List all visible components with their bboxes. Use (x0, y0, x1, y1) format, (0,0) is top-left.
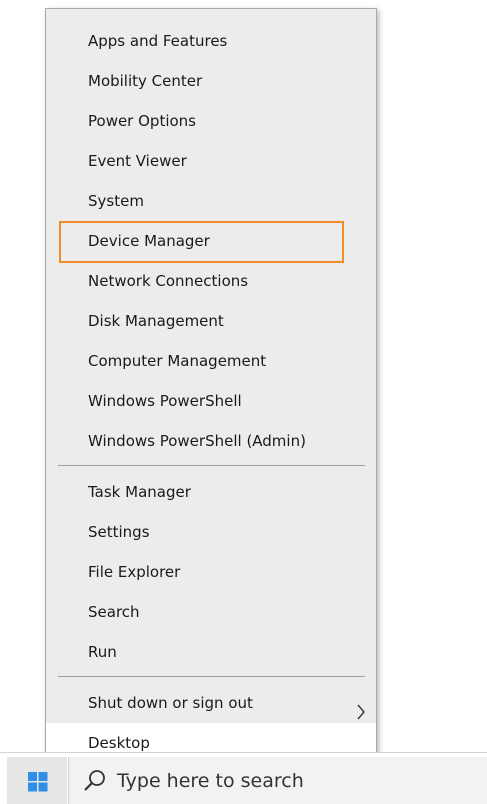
menu-item-label: File Explorer (88, 563, 181, 581)
search-placeholder: Type here to search (117, 770, 304, 792)
menu-item-disk-management[interactable]: Disk Management (46, 301, 376, 341)
menu-item-file-explorer[interactable]: File Explorer (46, 552, 376, 592)
menu-item-run[interactable]: Run (46, 632, 376, 672)
menu-item-shut-down-or-sign-out[interactable]: Shut down or sign out (46, 683, 376, 723)
menu-item-label: Search (88, 603, 140, 621)
menu-item-label: Windows PowerShell (88, 392, 242, 410)
menu-item-device-manager[interactable]: Device Manager (46, 221, 376, 263)
menu-item-label: Disk Management (88, 312, 224, 330)
menu-item-windows-powershell[interactable]: Windows PowerShell (46, 381, 376, 421)
winx-context-menu: Apps and Features Mobility Center Power … (45, 8, 377, 770)
menu-item-label: Windows PowerShell (Admin) (88, 432, 306, 450)
menu-item-windows-powershell-admin[interactable]: Windows PowerShell (Admin) (46, 421, 376, 461)
menu-item-system[interactable]: System (46, 181, 376, 221)
menu-item-label: Task Manager (88, 483, 191, 501)
taskbar: Type here to search (0, 752, 487, 804)
menu-item-label: Network Connections (88, 272, 249, 290)
menu-item-label: Apps and Features (88, 32, 228, 50)
menu-separator (58, 676, 365, 677)
menu-item-label: Settings (88, 523, 150, 541)
windows-logo-icon (28, 772, 48, 792)
menu-item-label: System (88, 192, 144, 210)
menu-item-settings[interactable]: Settings (46, 512, 376, 552)
menu-item-label: Computer Management (88, 352, 267, 370)
menu-item-mobility-center[interactable]: Mobility Center (46, 61, 376, 101)
menu-item-event-viewer[interactable]: Event Viewer (46, 141, 376, 181)
taskbar-search-box[interactable]: Type here to search (68, 757, 487, 804)
menu-item-power-options[interactable]: Power Options (46, 101, 376, 141)
start-button[interactable] (7, 757, 67, 804)
menu-item-task-manager[interactable]: Task Manager (46, 472, 376, 512)
menu-item-label: Mobility Center (88, 72, 203, 90)
menu-item-computer-management[interactable]: Computer Management (46, 341, 376, 381)
menu-separator (58, 465, 365, 466)
menu-item-label: Device Manager (88, 232, 210, 250)
search-icon (84, 770, 105, 791)
menu-item-search[interactable]: Search (46, 592, 376, 632)
menu-item-label: Run (88, 643, 117, 661)
menu-item-network-connections[interactable]: Network Connections (46, 261, 376, 301)
menu-item-label: Event Viewer (88, 152, 187, 170)
menu-item-label: Shut down or sign out (88, 694, 253, 712)
menu-item-label: Power Options (88, 112, 196, 130)
menu-item-apps-and-features[interactable]: Apps and Features (46, 21, 376, 61)
